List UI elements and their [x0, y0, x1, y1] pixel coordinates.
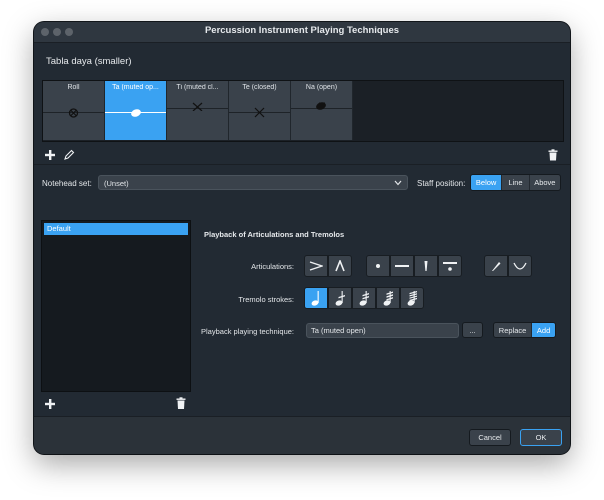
articulations-group-2: [366, 255, 462, 277]
staccato-icon[interactable]: [366, 255, 390, 277]
notehead-set-label: Notehead set:: [42, 179, 92, 188]
playback-section-title: Playback of Articulations and Tremolos: [204, 230, 345, 239]
list-item[interactable]: Default: [44, 223, 188, 235]
delete-variant-icon[interactable]: [175, 397, 187, 410]
technique-cell-te[interactable]: Te (closed): [229, 81, 291, 140]
staccatissimo-icon[interactable]: [414, 255, 438, 277]
edit-pencil-icon[interactable]: [63, 149, 75, 161]
replace-button[interactable]: Replace: [494, 323, 533, 337]
articulations-label: Articulations:: [251, 262, 294, 271]
technique-label: Na (open): [305, 84, 338, 91]
articulations-group-3: [484, 255, 532, 277]
dialog-footer: Cancel OK: [34, 416, 570, 454]
title-bar: Percussion Instrument Playing Techniques: [34, 22, 570, 43]
x-notehead-icon: [192, 102, 203, 111]
tremolo-3-strokes-icon[interactable]: [376, 287, 400, 309]
marcato-icon[interactable]: [328, 255, 352, 277]
playback-technique-field[interactable]: Ta (muted open): [306, 323, 459, 338]
technique-cell-na[interactable]: Na (open): [291, 81, 353, 140]
x-notehead-icon: [254, 107, 265, 118]
technique-cell-roll[interactable]: Roll: [43, 81, 105, 140]
tremolo-strokes-label: Tremolo strokes:: [238, 295, 294, 304]
staff-position-line[interactable]: Line: [502, 175, 530, 190]
ok-button[interactable]: OK: [520, 429, 562, 446]
tenuto-icon[interactable]: [390, 255, 414, 277]
technique-label: Ti (muted cl...: [176, 84, 219, 91]
technique-cell-ta[interactable]: Ta (muted op...: [105, 81, 167, 140]
filled-notehead-icon: [316, 102, 326, 110]
playback-technique-label: Playback playing technique:: [201, 327, 294, 336]
technique-cell-ti[interactable]: Ti (muted cl...: [167, 81, 229, 140]
techniques-strip: Roll Ta (muted op... Ti (muted cl... Te …: [42, 80, 564, 142]
chevron-down-icon: [394, 180, 402, 186]
staff-position-above[interactable]: Above: [530, 175, 560, 190]
cancel-button[interactable]: Cancel: [469, 429, 511, 446]
stress-icon[interactable]: [484, 255, 508, 277]
tremolo-1-stroke-icon[interactable]: [328, 287, 352, 309]
add-variant-icon[interactable]: [44, 398, 56, 410]
slur-icon[interactable]: [508, 255, 532, 277]
delete-technique-icon[interactable]: [547, 149, 559, 161]
tremolo-2-strokes-icon[interactable]: [352, 287, 376, 309]
notehead-set-value: (Unset): [104, 179, 129, 188]
replace-add-segmented: Replace Add: [493, 322, 556, 338]
notehead-set-select[interactable]: (Unset): [98, 175, 408, 190]
roll-notehead-icon: [68, 108, 79, 118]
choose-technique-button[interactable]: ...: [462, 322, 483, 338]
technique-label: Ta (muted op...: [112, 84, 159, 91]
technique-label: Roll: [67, 84, 80, 91]
technique-variant-list: Default: [41, 220, 191, 392]
divider: [34, 164, 570, 165]
technique-label: Te (closed): [242, 84, 277, 91]
tenuto-staccato-icon[interactable]: [438, 255, 462, 277]
articulations-group-1: [304, 255, 352, 277]
tremolo-strokes-group: [304, 287, 424, 309]
accent-icon[interactable]: [304, 255, 328, 277]
staff-position-below[interactable]: Below: [471, 175, 503, 190]
add-technique-icon[interactable]: [44, 149, 56, 161]
open-notehead-icon: [131, 109, 141, 117]
staff-position-label: Staff position:: [417, 179, 466, 188]
window-title: Percussion Instrument Playing Techniques: [204, 25, 400, 36]
dialog-window: Percussion Instrument Playing Techniques…: [34, 22, 570, 454]
tremolo-4-strokes-icon[interactable]: [400, 287, 424, 309]
tremolo-none-icon[interactable]: [304, 287, 328, 309]
instrument-name: Tabla daya (smaller): [46, 56, 132, 67]
staff-position-segmented: Below Line Above: [470, 174, 561, 191]
add-button[interactable]: Add: [532, 323, 555, 337]
